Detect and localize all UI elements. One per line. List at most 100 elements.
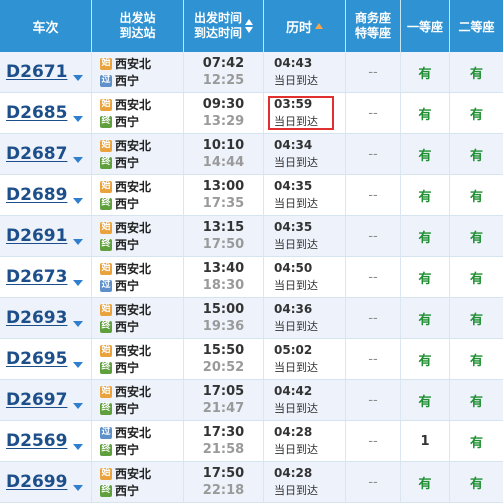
table-row[interactable]: D2569 过 西安北 终 西宁 17:30 21:58 04:28 当日到达 [0,421,503,462]
first-class-value[interactable]: 有 [418,268,431,287]
first-class-cell[interactable]: 有 [401,134,450,174]
second-class-cell[interactable]: 有 [450,380,503,420]
first-class-value[interactable]: 有 [418,391,431,410]
chevron-down-icon[interactable] [73,116,84,122]
table-row[interactable]: D2689 始 西安北 终 西宁 13:00 17:35 04:35 当日到达 [0,175,503,216]
second-class-value[interactable]: 有 [470,104,483,123]
second-class-value[interactable]: 有 [470,432,483,451]
first-class-cell[interactable]: 有 [401,380,450,420]
second-class-cell[interactable]: 有 [450,134,503,174]
train-cell[interactable]: D2695 [0,339,92,379]
first-class-value[interactable]: 有 [418,309,431,328]
second-class-cell[interactable]: 有 [450,421,503,461]
train-cell[interactable]: D2693 [0,298,92,338]
train-number-link[interactable]: D2671 [6,62,67,82]
chevron-down-icon[interactable] [73,362,84,368]
header-duration[interactable]: 历时 [264,0,346,52]
first-class-value[interactable]: 1 [420,434,429,449]
train-cell[interactable]: D2673 [0,257,92,297]
table-row[interactable]: D2695 始 西安北 终 西宁 15:50 20:52 05:02 当日到达 [0,339,503,380]
train-number-link[interactable]: D2695 [6,349,67,369]
chevron-down-icon[interactable] [73,403,84,409]
train-number-link[interactable]: D2697 [6,390,67,410]
second-class-cell[interactable]: 有 [450,462,503,502]
header-arrival-time[interactable]: 到达时间 [194,26,242,41]
first-class-value[interactable]: 有 [418,145,431,164]
first-class-cell[interactable]: 有 [401,298,450,338]
chevron-down-icon[interactable] [73,198,84,204]
chevron-down-icon[interactable] [73,485,84,491]
train-number-link[interactable]: D2673 [6,267,67,287]
train-cell[interactable]: D2687 [0,134,92,174]
train-cell[interactable]: D2699 [0,462,92,502]
sort-up-icon[interactable] [245,19,253,25]
header-times[interactable]: 出发时间 到达时间 [184,0,264,52]
business-seat-value: -- [368,187,378,203]
train-cell[interactable]: D2691 [0,216,92,256]
second-class-value[interactable]: 有 [470,145,483,164]
chevron-down-icon[interactable] [73,157,84,163]
chevron-down-icon[interactable] [73,75,84,81]
first-class-value[interactable]: 有 [418,104,431,123]
second-class-cell[interactable]: 有 [450,52,503,92]
second-class-value[interactable]: 有 [470,473,483,492]
first-class-cell[interactable]: 有 [401,216,450,256]
first-class-value[interactable]: 有 [418,227,431,246]
chevron-down-icon[interactable] [73,321,84,327]
first-class-value[interactable]: 有 [418,350,431,369]
table-row[interactable]: D2687 始 西安北 终 西宁 10:10 14:44 04:34 当日到达 [0,134,503,175]
second-class-value[interactable]: 有 [470,268,483,287]
arrival-time: 12:25 [202,73,245,88]
second-class-cell[interactable]: 有 [450,257,503,297]
second-class-cell[interactable]: 有 [450,339,503,379]
train-number-link[interactable]: D2693 [6,308,67,328]
table-row[interactable]: D2685 始 西安北 终 西宁 09:30 13:29 03:59 当日到达 [0,93,503,134]
second-class-value[interactable]: 有 [470,186,483,205]
train-cell[interactable]: D2697 [0,380,92,420]
chevron-down-icon[interactable] [73,280,84,286]
first-class-cell[interactable]: 有 [401,175,450,215]
second-class-value[interactable]: 有 [470,350,483,369]
arrival-note: 当日到达 [274,361,318,374]
table-row[interactable]: D2671 始 西安北 过 西宁 07:42 12:25 04:43 当日到达 [0,52,503,93]
train-cell[interactable]: D2689 [0,175,92,215]
table-row[interactable]: D2673 始 西安北 过 西宁 13:40 18:30 04:50 当日到达 [0,257,503,298]
train-cell[interactable]: D2685 [0,93,92,133]
table-row[interactable]: D2699 始 西安北 终 西宁 17:50 22:18 04:28 当日到达 [0,462,503,503]
train-number-link[interactable]: D2687 [6,144,67,164]
second-class-value[interactable]: 有 [470,63,483,82]
table-row[interactable]: D2691 始 西安北 终 西宁 13:15 17:50 04:35 当日到达 [0,216,503,257]
second-class-value[interactable]: 有 [470,227,483,246]
departure-station: 西安北 [115,344,152,358]
second-class-value[interactable]: 有 [470,309,483,328]
second-class-cell[interactable]: 有 [450,93,503,133]
first-class-cell[interactable]: 有 [401,257,450,297]
first-class-value[interactable]: 有 [418,473,431,492]
train-number-link[interactable]: D2691 [6,226,67,246]
header-departure-time[interactable]: 出发时间 [194,11,242,26]
train-cell[interactable]: D2569 [0,421,92,461]
second-class-cell[interactable]: 有 [450,175,503,215]
first-class-cell[interactable]: 1 [401,421,450,461]
train-number-link[interactable]: D2569 [6,431,67,451]
train-number-link[interactable]: D2699 [6,472,67,492]
table-row[interactable]: D2697 始 西安北 终 西宁 17:05 21:47 04:42 当日到达 [0,380,503,421]
chevron-down-icon[interactable] [73,444,84,450]
first-class-value[interactable]: 有 [418,63,431,82]
first-class-cell[interactable]: 有 [401,52,450,92]
first-class-value[interactable]: 有 [418,186,431,205]
first-class-cell[interactable]: 有 [401,462,450,502]
sort-down-icon[interactable] [245,27,253,33]
first-class-cell[interactable]: 有 [401,339,450,379]
second-class-cell[interactable]: 有 [450,216,503,256]
table-row[interactable]: D2693 始 西安北 终 西宁 15:00 19:36 04:36 当日到达 [0,298,503,339]
second-class-cell[interactable]: 有 [450,298,503,338]
header-duration-label[interactable]: 历时 [286,17,312,36]
first-class-cell[interactable]: 有 [401,93,450,133]
chevron-down-icon[interactable] [73,239,84,245]
second-class-value[interactable]: 有 [470,391,483,410]
sort-asc-icon[interactable] [315,23,323,29]
train-cell[interactable]: D2671 [0,52,92,92]
train-number-link[interactable]: D2685 [6,103,67,123]
train-number-link[interactable]: D2689 [6,185,67,205]
